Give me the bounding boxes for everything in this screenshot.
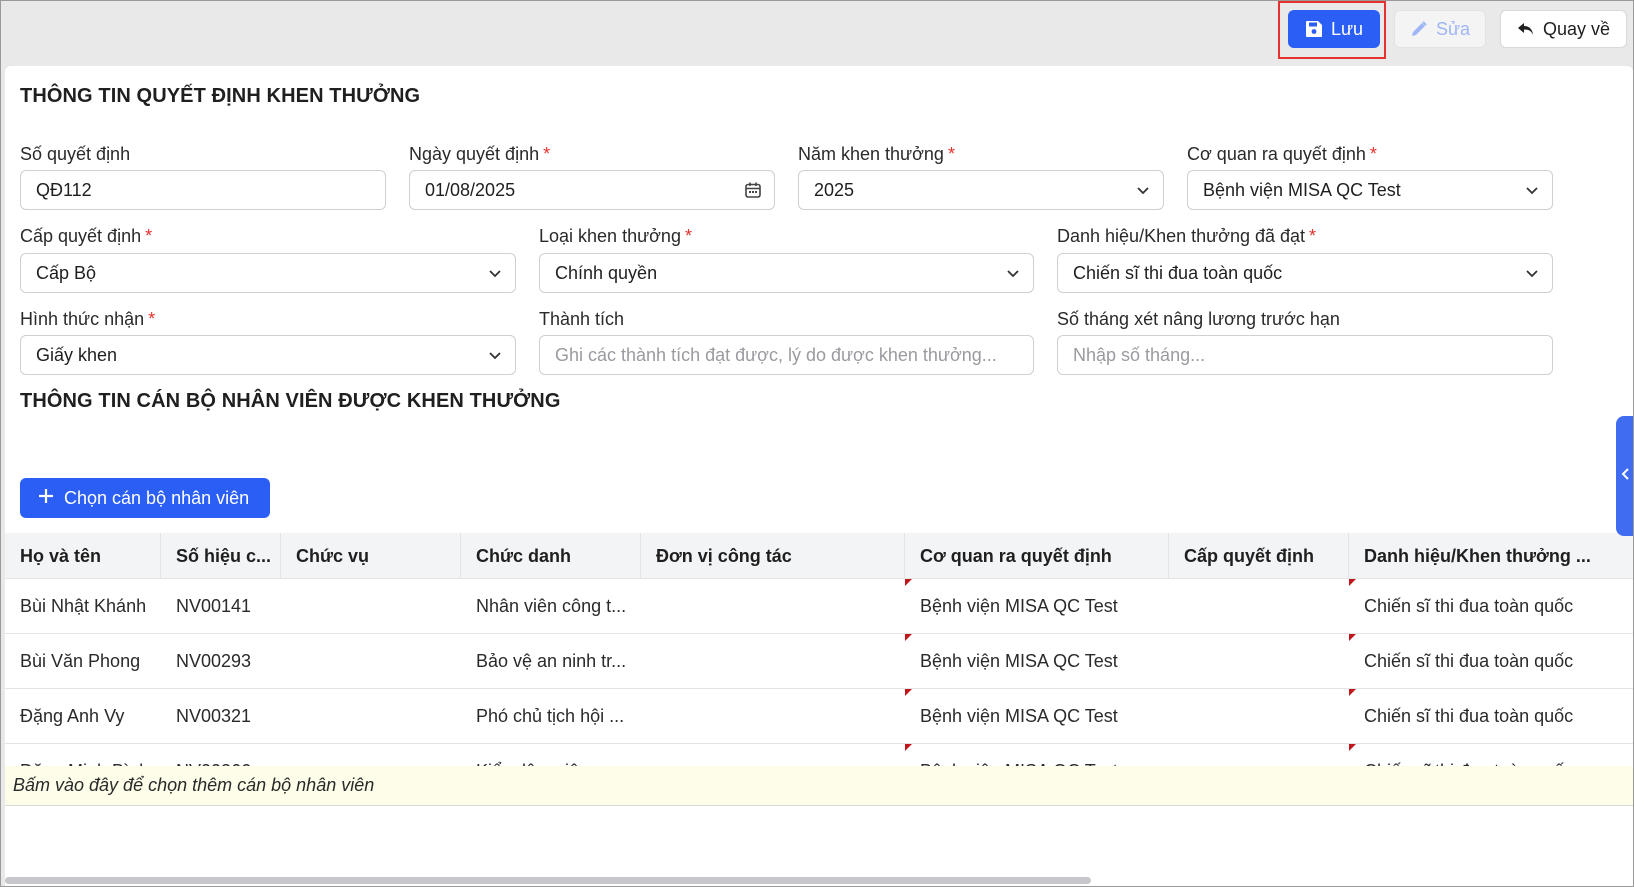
cell-ho-ten: Bùi Văn Phong bbox=[20, 650, 141, 671]
label-cap-quyet-dinh: Cấp quyết định * bbox=[20, 226, 153, 246]
chevron-down-icon bbox=[1524, 265, 1540, 281]
chevron-down-icon bbox=[1135, 182, 1151, 198]
ngay-quyet-dinh-value: 01/08/2025 bbox=[425, 179, 516, 200]
save-button[interactable]: Lưu bbox=[1288, 10, 1380, 48]
column-header-cap-quyet-dinh[interactable]: Cấp quyết định bbox=[1169, 533, 1349, 579]
pencil-icon bbox=[1410, 20, 1428, 38]
thanh-tich-placeholder: Ghi các thành tích đạt được, lý do được … bbox=[555, 344, 997, 365]
so-quyet-dinh-input[interactable]: QĐ112 bbox=[20, 170, 386, 210]
label-loai-khen-thuong: Loại khen thưởng * bbox=[539, 226, 692, 246]
cell-danh-hieu: Chiến sĩ thi đua toàn quốc bbox=[1364, 705, 1574, 726]
section-title-employees: THÔNG TIN CÁN BỘ NHÂN VIÊN ĐƯỢC KHEN THƯ… bbox=[20, 390, 561, 412]
table-row[interactable]: Bùi Văn Phong NV00293 Bảo vệ an ninh tr.… bbox=[5, 634, 1633, 689]
cell-don-vi bbox=[641, 579, 905, 633]
nam-khen-thuong-value: 2025 bbox=[814, 179, 855, 200]
side-panel-toggle[interactable] bbox=[1616, 416, 1633, 536]
chevron-down-icon bbox=[1524, 182, 1540, 198]
column-header-so-hieu[interactable]: Số hiệu c... bbox=[161, 533, 281, 579]
table-row[interactable]: Đặng Anh Vy NV00321 Phó chủ tịch hội ...… bbox=[5, 689, 1633, 744]
back-button[interactable]: Quay về bbox=[1500, 10, 1627, 48]
cell-chuc-danh: Phó chủ tịch hội ... bbox=[476, 705, 625, 726]
add-employee-button[interactable]: Chọn cán bộ nhân viên bbox=[20, 478, 270, 518]
cell-danh-hieu: Chiến sĩ thi đua toàn quốc bbox=[1364, 650, 1574, 671]
column-header-ho-ten[interactable]: Họ và tên bbox=[5, 533, 161, 579]
cell-cap bbox=[1169, 579, 1349, 633]
label-so-thang: Số tháng xét nâng lương trước hạn bbox=[1057, 309, 1340, 329]
back-button-label: Quay về bbox=[1542, 18, 1611, 39]
column-header-co-quan[interactable]: Cơ quan ra quyết định bbox=[905, 533, 1169, 579]
ngay-quyet-dinh-input[interactable]: 01/08/2025 bbox=[409, 170, 775, 210]
cell-chuc-danh: Nhân viên công t... bbox=[476, 595, 627, 616]
column-header-chuc-vu[interactable]: Chức vụ bbox=[281, 533, 461, 579]
cap-quyet-dinh-select[interactable]: Cấp Bộ bbox=[20, 253, 516, 293]
chevron-left-icon bbox=[1621, 467, 1631, 486]
horizontal-scrollbar[interactable] bbox=[5, 877, 1091, 884]
cell-ho-ten: Đặng Anh Vy bbox=[20, 705, 125, 726]
save-button-label: Lưu bbox=[1330, 18, 1364, 39]
danh-hieu-value: Chiến sĩ thi đua toàn quốc bbox=[1073, 262, 1283, 283]
plus-icon bbox=[38, 488, 54, 509]
label-hinh-thuc-nhan: Hình thức nhận * bbox=[20, 309, 156, 329]
save-icon bbox=[1305, 20, 1323, 38]
cell-so-hieu: NV00321 bbox=[176, 705, 252, 726]
danh-hieu-select[interactable]: Chiến sĩ thi đua toàn quốc bbox=[1057, 253, 1553, 293]
so-quyet-dinh-value: QĐ112 bbox=[36, 179, 92, 200]
cell-danh-hieu: Chiến sĩ thi đua toàn quốc bbox=[1364, 595, 1574, 616]
cell-co-quan: Bệnh viện MISA QC Test bbox=[920, 705, 1118, 726]
table-header: Họ và tên Số hiệu c... Chức vụ Chức danh… bbox=[5, 533, 1633, 579]
cell-don-vi bbox=[641, 689, 905, 743]
cell-cap bbox=[1169, 634, 1349, 688]
label-danh-hieu: Danh hiệu/Khen thưởng đã đạt * bbox=[1057, 226, 1317, 246]
column-header-don-vi[interactable]: Đơn vị công tác bbox=[641, 533, 905, 579]
cell-ho-ten: Bùi Nhật Khánh bbox=[20, 595, 147, 616]
edit-button[interactable]: Sửa bbox=[1394, 10, 1486, 48]
so-thang-placeholder: Nhập số tháng... bbox=[1073, 344, 1206, 365]
table-row[interactable]: Bùi Nhật Khánh NV00141 Nhân viên công t.… bbox=[5, 579, 1633, 634]
label-co-quan: Cơ quan ra quyết định * bbox=[1187, 144, 1377, 164]
column-header-chuc-danh[interactable]: Chức danh bbox=[461, 533, 641, 579]
loai-khen-thuong-value: Chính quyền bbox=[555, 262, 658, 283]
nam-khen-thuong-select[interactable]: 2025 bbox=[798, 170, 1164, 210]
add-more-employee-row[interactable]: Bấm vào đây để chọn thêm cán bộ nhân viê… bbox=[5, 766, 1633, 806]
cell-co-quan: Bệnh viện MISA QC Test bbox=[920, 650, 1118, 671]
label-ngay-quyet-dinh: Ngày quyết định * bbox=[409, 144, 551, 164]
label-so-quyet-dinh: Số quyết định bbox=[20, 144, 131, 164]
cell-so-hieu: NV00141 bbox=[176, 595, 252, 616]
edit-button-label: Sửa bbox=[1435, 18, 1471, 39]
main-card: THÔNG TIN QUYẾT ĐỊNH KHEN THƯỞNG Số quyế… bbox=[5, 66, 1633, 886]
cell-so-hieu: NV00293 bbox=[176, 650, 252, 671]
cell-co-quan: Bệnh viện MISA QC Test bbox=[920, 595, 1118, 616]
chevron-down-icon bbox=[1005, 265, 1021, 281]
toolbar: Lưu Sửa Quay về bbox=[1, 1, 1633, 65]
cell-chuc-danh: Bảo vệ an ninh tr... bbox=[476, 650, 627, 671]
cell-don-vi bbox=[641, 634, 905, 688]
add-employee-label: Chọn cán bộ nhân viên bbox=[64, 487, 250, 508]
cell-chuc-vu bbox=[281, 689, 461, 743]
calendar-icon[interactable] bbox=[744, 181, 762, 199]
hinh-thuc-nhan-select[interactable]: Giấy khen bbox=[20, 335, 516, 375]
chevron-down-icon bbox=[487, 265, 503, 281]
undo-arrow-icon bbox=[1517, 20, 1535, 38]
chevron-down-icon bbox=[487, 347, 503, 363]
cap-quyet-dinh-value: Cấp Bộ bbox=[36, 262, 97, 283]
thanh-tich-input[interactable]: Ghi các thành tích đạt được, lý do được … bbox=[539, 335, 1034, 375]
cell-chuc-vu bbox=[281, 634, 461, 688]
loai-khen-thuong-select[interactable]: Chính quyền bbox=[539, 253, 1034, 293]
hinh-thuc-nhan-value: Giấy khen bbox=[36, 344, 118, 365]
app-window: Lưu Sửa Quay về THÔNG TIN QUYẾT ĐỊNH KHE… bbox=[0, 0, 1634, 887]
column-header-danh-hieu[interactable]: Danh hiệu/Khen thưởng ... bbox=[1349, 533, 1633, 579]
cell-chuc-vu bbox=[281, 579, 461, 633]
cell-cap bbox=[1169, 689, 1349, 743]
label-nam-khen-thuong: Năm khen thưởng * bbox=[798, 144, 955, 164]
co-quan-value: Bệnh viện MISA QC Test bbox=[1203, 179, 1401, 200]
section-title-decision: THÔNG TIN QUYẾT ĐỊNH KHEN THƯỞNG bbox=[20, 85, 421, 107]
so-thang-input[interactable]: Nhập số tháng... bbox=[1057, 335, 1553, 375]
label-thanh-tich: Thành tích bbox=[539, 309, 625, 329]
co-quan-select[interactable]: Bệnh viện MISA QC Test bbox=[1187, 170, 1553, 210]
